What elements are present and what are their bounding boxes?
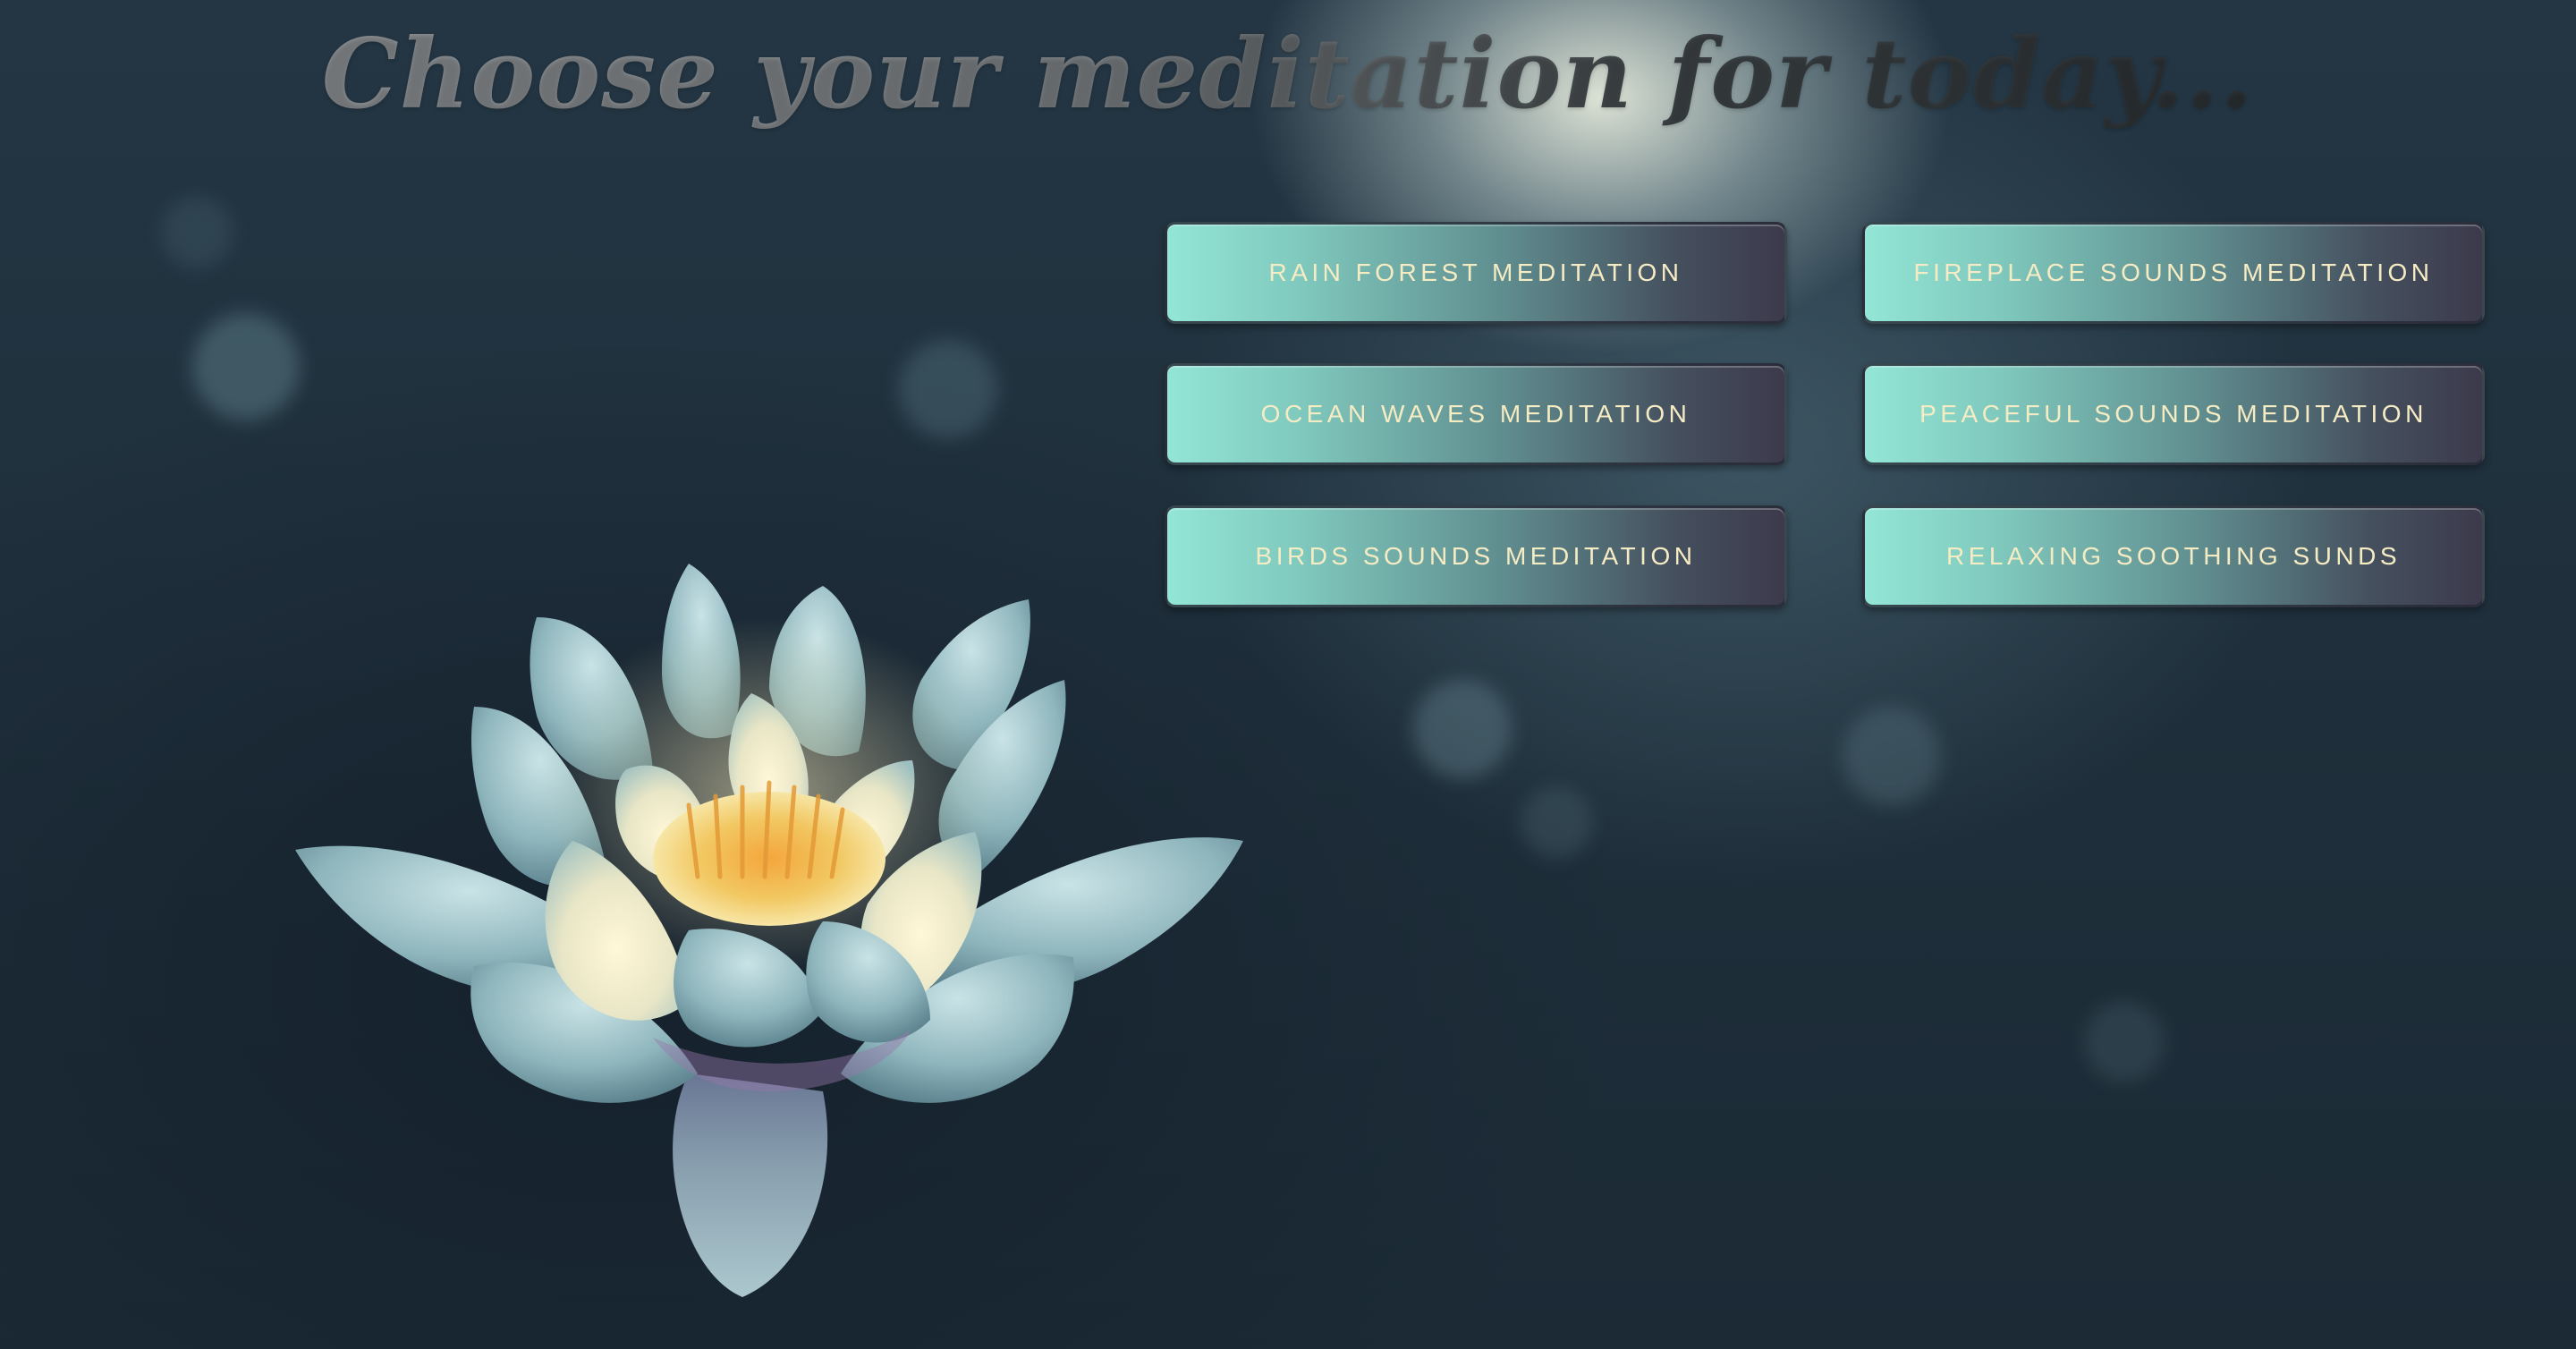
bokeh-light xyxy=(1843,707,1941,805)
bokeh-light xyxy=(1521,787,1592,859)
button-label: BIRDS SOUNDS MEDITATION xyxy=(1255,542,1697,570)
fireplace-sounds-meditation-button[interactable]: FIREPLACE SOUNDS MEDITATION xyxy=(1862,222,2485,324)
bokeh-light xyxy=(192,313,300,420)
button-label: RAIN FOREST MEDITATION xyxy=(1268,259,1683,286)
rain-forest-meditation-button[interactable]: RAIN FOREST MEDITATION xyxy=(1165,222,1787,324)
button-label: PEACEFUL SOUNDS MEDITATION xyxy=(1919,400,2428,428)
relaxing-soothing-sounds-button[interactable]: RELAXING SOOTHING SUNDS xyxy=(1862,505,2485,607)
bokeh-light xyxy=(2084,1002,2165,1082)
meditation-page: Choose your meditation for today... RAIN… xyxy=(0,0,2576,1349)
button-label: OCEAN WAVES MEDITATION xyxy=(1260,400,1691,428)
button-label: RELAXING SOOTHING SUNDS xyxy=(1945,542,2401,570)
ocean-waves-meditation-button[interactable]: OCEAN WAVES MEDITATION xyxy=(1165,363,1787,465)
bokeh-light xyxy=(1413,680,1512,778)
bokeh-light xyxy=(161,197,233,268)
page-title-text: Choose your meditation for today... xyxy=(321,18,2255,131)
page-title: Choose your meditation for today... xyxy=(0,7,2576,141)
bokeh-light xyxy=(899,340,997,438)
birds-sounds-meditation-button[interactable]: BIRDS SOUNDS MEDITATION xyxy=(1165,505,1787,607)
button-label: FIREPLACE SOUNDS MEDITATION xyxy=(1913,259,2434,286)
peaceful-sounds-meditation-button[interactable]: PEACEFUL SOUNDS MEDITATION xyxy=(1862,363,2485,465)
lotus-flower-image xyxy=(295,564,1243,1297)
